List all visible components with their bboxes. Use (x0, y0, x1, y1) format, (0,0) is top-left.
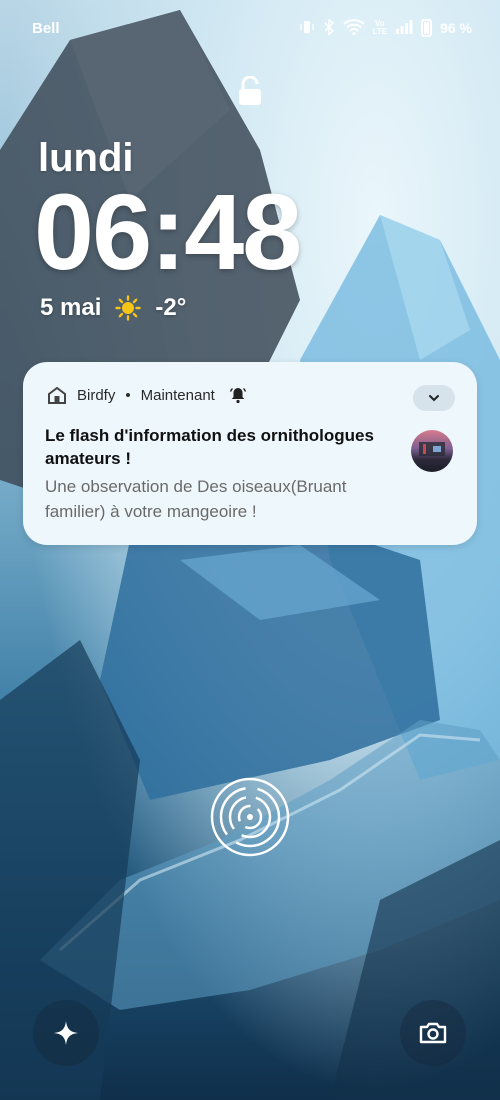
signal-icon (395, 19, 413, 37)
clock[interactable]: 06:48 (34, 178, 302, 286)
chevron-down-icon (429, 395, 439, 402)
header-separator: • (125, 386, 131, 404)
date-label: 5 mai (40, 294, 102, 321)
volte-icon: Vo LTE (372, 19, 388, 36)
sparkle-icon (54, 1021, 78, 1045)
expand-button[interactable] (413, 385, 455, 411)
lock-icon (239, 76, 261, 105)
app-name: Birdfy (77, 386, 116, 404)
notification-text: Une observation de Des oiseaux(Bruant fa… (45, 477, 347, 521)
carrier-label: Bell (32, 19, 60, 37)
notification-thumbnail (411, 430, 453, 472)
assistant-button[interactable] (33, 1000, 99, 1066)
sun-icon (115, 295, 142, 321)
battery-percent: 96 % (440, 20, 472, 36)
bell-icon (229, 387, 246, 404)
camera-button[interactable] (400, 1000, 466, 1066)
fingerprint-icon[interactable] (209, 776, 291, 858)
notification-header: Birdfy • Maintenant (47, 386, 247, 404)
wifi-icon (342, 19, 365, 37)
notification-card[interactable]: Birdfy • Maintenant Le flash d'informati… (23, 362, 477, 545)
status-icons: Vo LTE 96 % (299, 18, 472, 37)
temperature-label: -2° (155, 294, 187, 321)
vibrate-icon (299, 19, 315, 37)
home-icon (48, 386, 66, 404)
battery-icon (421, 19, 433, 37)
notification-title: Le flash d'information des ornithologues… (45, 426, 374, 468)
camera-icon (419, 1022, 447, 1044)
date-weather-row[interactable]: 5 mai -2° (40, 294, 186, 322)
bluetooth-icon (323, 18, 335, 37)
notification-time: Maintenant (140, 386, 215, 404)
status-bar: Bell Vo LTE 96 % (0, 0, 500, 56)
